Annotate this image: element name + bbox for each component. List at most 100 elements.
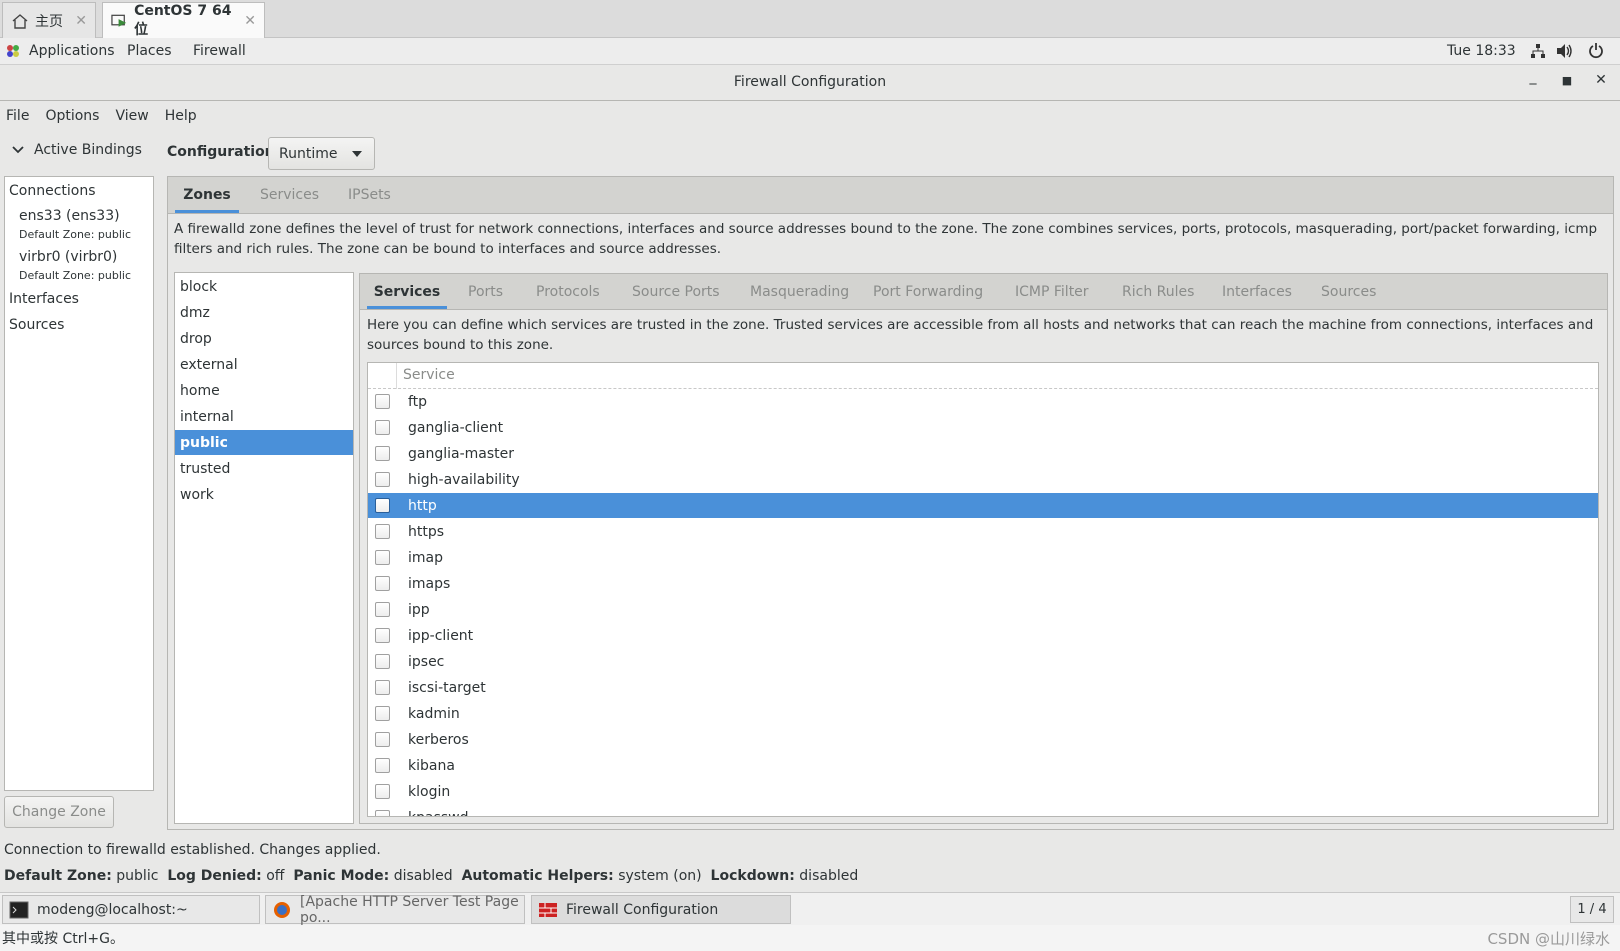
service-checkbox[interactable]	[375, 628, 390, 643]
menu-file[interactable]: File	[6, 108, 29, 124]
service-checkbox[interactable]	[375, 680, 390, 695]
workspace-pager[interactable]: 1 / 4	[1570, 896, 1614, 923]
connection-virbr0[interactable]: virbr0 (virbr0)	[19, 249, 117, 265]
zone-item[interactable]: block	[175, 274, 353, 299]
zone-item[interactable]: internal	[175, 404, 353, 429]
service-row[interactable]: kibana	[368, 753, 1598, 778]
sources-header[interactable]: Sources	[9, 317, 64, 333]
close-icon[interactable]: ✕	[244, 13, 256, 29]
service-row[interactable]: klogin	[368, 779, 1598, 804]
zone-item-selected[interactable]: public	[175, 430, 353, 455]
task-firefox[interactable]: [Apache HTTP Server Test Page po...	[265, 894, 525, 926]
zone-item[interactable]: trusted	[175, 456, 353, 481]
service-name: ftp	[408, 393, 428, 410]
service-row[interactable]: imaps	[368, 571, 1598, 596]
service-row[interactable]: imap	[368, 545, 1598, 570]
network-icon[interactable]	[1530, 43, 1546, 63]
close-window-icon[interactable]: ✕	[1591, 72, 1611, 88]
tab-source-ports[interactable]: Source Ports	[632, 274, 720, 309]
vm-tab-centos[interactable]: CentOS 7 64 位 ✕	[102, 2, 265, 38]
configuration-select[interactable]: Runtime	[268, 137, 375, 170]
service-row[interactable]: ganglia-master	[368, 441, 1598, 466]
status-details: Default Zone: public Log Denied: off Pan…	[4, 868, 858, 884]
service-column-header[interactable]: Service	[403, 367, 455, 383]
tab-rich-rules[interactable]: Rich Rules	[1122, 274, 1194, 309]
tab-masquerading[interactable]: Masquerading	[750, 274, 849, 309]
tab-zone-services[interactable]: Services	[367, 274, 447, 309]
zone-item[interactable]: work	[175, 482, 353, 507]
service-name: kadmin	[408, 705, 460, 722]
menu-places[interactable]: Places	[127, 43, 172, 59]
tab-zones[interactable]: Zones	[175, 177, 239, 213]
clock[interactable]: Tue 18:33	[1447, 43, 1516, 59]
connection-ens33[interactable]: ens33 (ens33)	[19, 208, 120, 224]
menu-options[interactable]: Options	[45, 108, 99, 124]
task-terminal[interactable]: modeng@localhost:~	[2, 895, 260, 924]
service-row[interactable]: iscsi-target	[368, 675, 1598, 700]
service-checkbox[interactable]	[375, 394, 390, 409]
minimize-icon[interactable]: _	[1523, 69, 1543, 85]
menu-help[interactable]: Help	[165, 108, 197, 124]
service-checkbox[interactable]	[375, 784, 390, 799]
service-checkbox[interactable]	[375, 472, 390, 487]
service-checkbox[interactable]	[375, 576, 390, 591]
service-checkbox[interactable]	[375, 498, 390, 513]
service-row[interactable]: ftp	[368, 389, 1598, 414]
service-row[interactable]: ipp-client	[368, 623, 1598, 648]
service-checkbox[interactable]	[375, 706, 390, 721]
main-tab-strip: Zones Services IPSets	[168, 177, 1613, 214]
tab-sources[interactable]: Sources	[1321, 274, 1376, 309]
tab-interfaces[interactable]: Interfaces	[1222, 274, 1292, 309]
service-name: http	[408, 497, 437, 514]
tab-port-forwarding[interactable]: Port Forwarding	[873, 274, 983, 309]
task-firewall[interactable]: Firewall Configuration	[531, 895, 791, 924]
tab-icmp-filter[interactable]: ICMP Filter	[1015, 274, 1089, 309]
service-checkbox[interactable]	[375, 732, 390, 747]
service-name: high-availability	[408, 471, 520, 488]
tab-ipsets[interactable]: IPSets	[348, 177, 391, 213]
tab-services[interactable]: Services	[260, 177, 319, 213]
tab-ports[interactable]: Ports	[468, 274, 503, 309]
service-row[interactable]: ganglia-client	[368, 415, 1598, 440]
close-icon[interactable]: ✕	[75, 13, 87, 29]
menu-applications[interactable]: Applications	[29, 43, 115, 59]
zone-item[interactable]: dmz	[175, 300, 353, 325]
service-row[interactable]: high-availability	[368, 467, 1598, 492]
chevron-down-icon	[12, 146, 24, 154]
service-checkbox[interactable]	[375, 810, 390, 816]
service-row[interactable]: kadmin	[368, 701, 1598, 726]
volume-icon[interactable]	[1556, 43, 1574, 63]
zone-item[interactable]: drop	[175, 326, 353, 351]
interfaces-header[interactable]: Interfaces	[9, 291, 79, 307]
power-icon[interactable]	[1588, 42, 1604, 63]
service-checkbox[interactable]	[375, 602, 390, 617]
service-name: ipp	[408, 601, 430, 618]
zone-item[interactable]: home	[175, 378, 353, 403]
service-checkbox[interactable]	[375, 550, 390, 565]
connections-header[interactable]: Connections	[9, 183, 96, 199]
service-row[interactable]: ipsec	[368, 649, 1598, 674]
zone-item[interactable]: external	[175, 352, 353, 377]
connection-virbr0-zone: Default Zone: public	[19, 269, 131, 282]
service-name: imaps	[408, 575, 451, 592]
menu-view[interactable]: View	[115, 108, 148, 124]
service-row-selected[interactable]: http	[368, 493, 1598, 518]
active-bindings-toggle[interactable]: Active Bindings	[12, 142, 142, 158]
service-checkbox[interactable]	[375, 524, 390, 539]
service-name: https	[408, 523, 445, 540]
service-row[interactable]: kerberos	[368, 727, 1598, 752]
service-name: kibana	[408, 757, 455, 774]
menu-firewall[interactable]: Firewall	[193, 43, 246, 59]
maximize-icon[interactable]: ■	[1557, 74, 1577, 87]
vm-tab-home[interactable]: 主页 ✕	[2, 2, 96, 38]
change-zone-button[interactable]: Change Zone	[4, 796, 114, 828]
zone-tab-strip: Services Ports Protocols Source Ports Ma…	[360, 274, 1607, 310]
tab-protocols[interactable]: Protocols	[536, 274, 600, 309]
service-checkbox[interactable]	[375, 758, 390, 773]
service-checkbox[interactable]	[375, 446, 390, 461]
service-checkbox[interactable]	[375, 654, 390, 669]
service-row[interactable]: ipp	[368, 597, 1598, 622]
service-row[interactable]: https	[368, 519, 1598, 544]
service-row[interactable]: kpasswd	[368, 805, 1598, 816]
service-checkbox[interactable]	[375, 420, 390, 435]
